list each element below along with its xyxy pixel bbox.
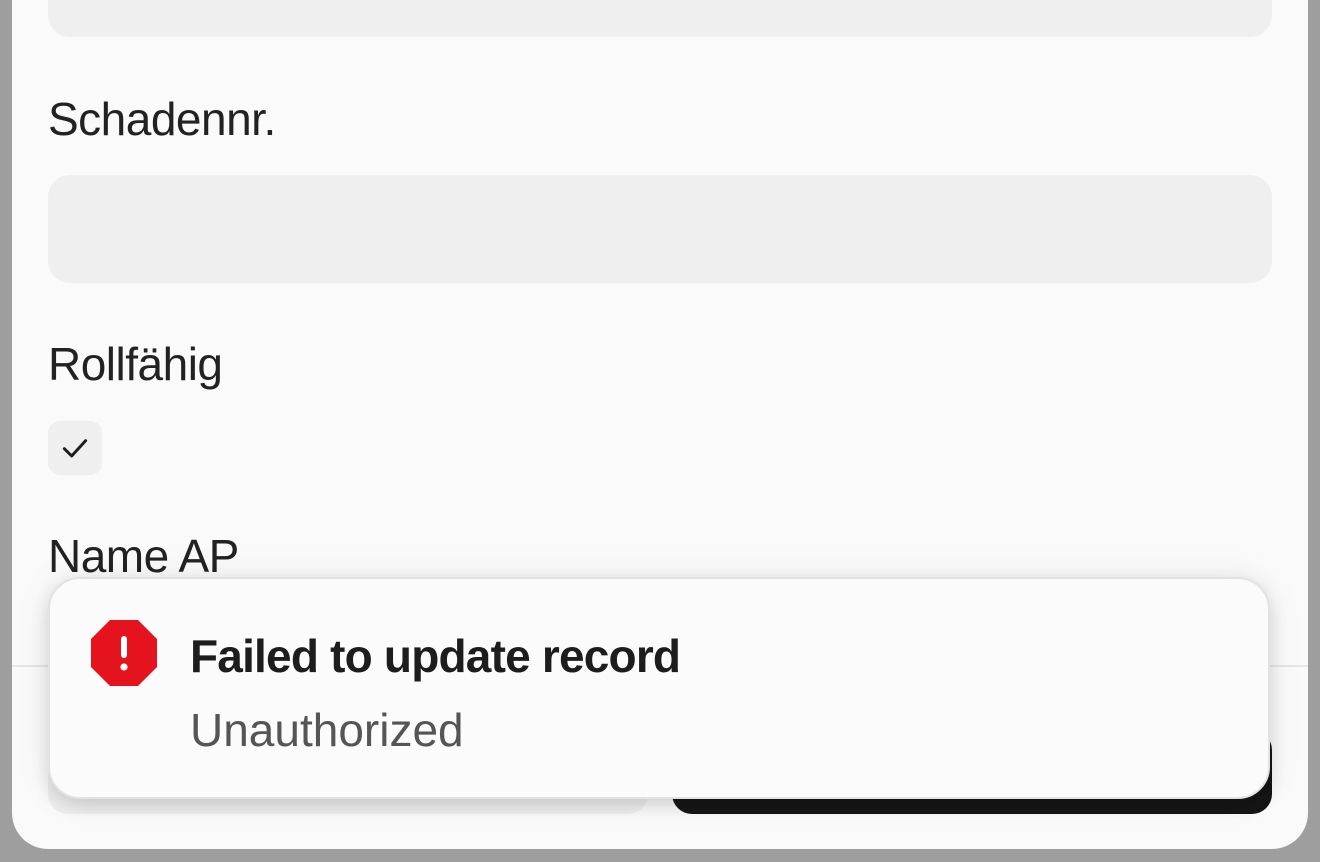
rollfaehig-checkbox[interactable] bbox=[48, 421, 102, 475]
error-toast[interactable]: Failed to update record Unauthorized bbox=[48, 577, 1270, 799]
error-octagon-icon bbox=[91, 620, 157, 686]
toast-description: Unauthorized bbox=[190, 704, 464, 756]
rollfaehig-label: Rollfähig bbox=[48, 338, 223, 390]
schadennr-label: Schadennr. bbox=[48, 93, 276, 145]
toast-title: Failed to update record bbox=[190, 630, 681, 682]
checkmark-icon bbox=[62, 439, 88, 458]
previous-field-input[interactable] bbox=[48, 0, 1272, 37]
name-ap-label: Name AP bbox=[48, 530, 239, 582]
schadennr-input[interactable] bbox=[48, 175, 1272, 283]
